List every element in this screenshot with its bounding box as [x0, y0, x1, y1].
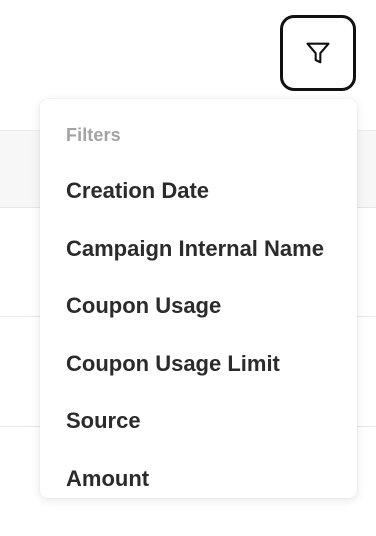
filter-option-coupon-usage-limit[interactable]: Coupon Usage Limit: [66, 348, 280, 380]
filter-funnel-icon: [304, 39, 332, 67]
dropdown-heading: Filters: [66, 125, 121, 145]
filter-button[interactable]: [280, 15, 356, 91]
filter-option-coupon-usage[interactable]: Coupon Usage: [66, 290, 221, 322]
page: Filters Creation Date Campaign Internal …: [0, 0, 376, 536]
filters-dropdown: Filters Creation Date Campaign Internal …: [40, 99, 357, 498]
filter-option-amount[interactable]: Amount: [66, 463, 149, 495]
filter-option-creation-date[interactable]: Creation Date: [66, 175, 209, 207]
filter-option-campaign-internal-name[interactable]: Campaign Internal Name: [66, 233, 324, 265]
filter-option-source[interactable]: Source: [66, 405, 141, 437]
